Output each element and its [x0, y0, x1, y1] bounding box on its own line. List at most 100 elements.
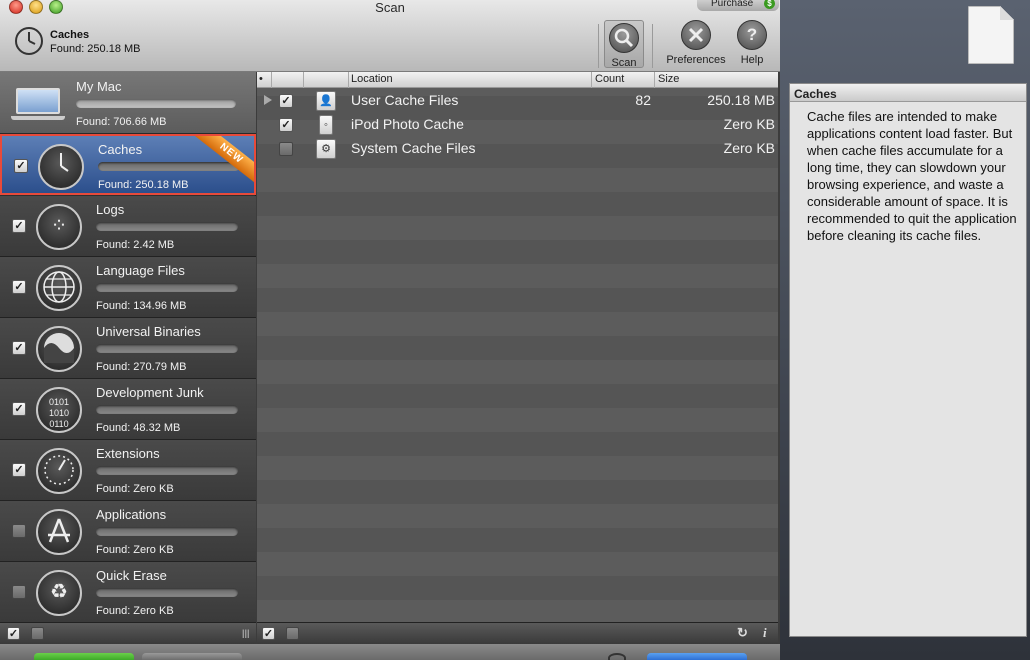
language-files-usage-bar [96, 283, 238, 292]
binary-disc-icon: 0101 1010 0110 [36, 387, 82, 433]
table-row[interactable]: ✓ 👤 User Cache Files 82 250.18 MB [257, 89, 778, 113]
clock-icon [38, 144, 84, 190]
sidebar-item-my-mac[interactable]: My Mac Found: 706.66 MB [0, 72, 256, 134]
row-checkbox[interactable] [279, 142, 293, 156]
quick-erase-usage-bar [96, 588, 238, 597]
disclosure-triangle-icon[interactable] [264, 95, 272, 105]
gauge-icon [36, 448, 82, 494]
sidebar-item-extensions[interactable]: ✓ Extensions Found: Zero KB [0, 440, 256, 501]
extensions-found: Found: Zero KB [96, 483, 174, 495]
row-name: User Cache Files [351, 92, 459, 108]
preferences-button[interactable]: Preferences [660, 20, 732, 68]
scan-window: Scan Purchase $ Caches Found: 250.18 MB … [0, 0, 780, 660]
my-mac-usage-bar [76, 99, 236, 108]
sidebar-footer: ✓ ||| [0, 622, 256, 644]
file-table: • Location Count Size ✓ 👤 User Cache Fil… [257, 72, 778, 622]
select-all-checkbox[interactable]: ✓ [7, 627, 20, 640]
row-size: Zero KB [723, 116, 775, 132]
row-checkbox[interactable]: ✓ [279, 94, 293, 108]
info-drawer: Caches Cache files are intended to make … [778, 72, 1030, 660]
column-count[interactable]: Count [595, 73, 624, 85]
logs-found: Found: 2.42 MB [96, 239, 175, 251]
dollar-icon: $ [764, 0, 775, 9]
tools-icon [681, 20, 711, 50]
system-settings-icon: ⚙ [316, 139, 336, 159]
column-separator [303, 72, 304, 88]
desktop-file-icon[interactable] [968, 6, 1014, 64]
table-deselect-all-checkbox[interactable] [286, 627, 299, 640]
titlebar: Scan Purchase $ Caches Found: 250.18 MB … [0, 0, 780, 72]
row-name: System Cache Files [351, 140, 476, 156]
applications-found: Found: Zero KB [96, 544, 174, 556]
paw-icon: ⁘ [36, 204, 82, 250]
app-store-icon [36, 509, 82, 555]
language-files-found: Found: 134.96 MB [96, 300, 187, 312]
resize-handle-icon[interactable]: ||| [242, 628, 250, 638]
my-mac-label: My Mac [76, 79, 122, 94]
primary-button[interactable] [647, 653, 747, 660]
logs-label: Logs [96, 202, 125, 217]
applications-label: Applications [96, 507, 167, 522]
help-label: Help [740, 54, 764, 66]
universal-binaries-label: Universal Binaries [96, 324, 201, 339]
window-title: Scan [375, 0, 405, 15]
universal-binaries-checkbox[interactable]: ✓ [12, 341, 26, 355]
extensions-label: Extensions [96, 446, 160, 461]
universal-binaries-usage-bar [96, 344, 238, 353]
refresh-icon[interactable]: ↻ [737, 625, 748, 641]
globe-icon [36, 265, 82, 311]
caches-label: Caches [98, 142, 143, 157]
deselect-all-checkbox[interactable] [31, 627, 44, 640]
laptop-icon [16, 88, 60, 114]
laptop-base [11, 116, 65, 120]
extensions-checkbox[interactable]: ✓ [12, 463, 26, 477]
logs-checkbox[interactable]: ✓ [12, 219, 26, 233]
table-select-all-checkbox[interactable]: ✓ [262, 627, 275, 640]
recycle-icon: ♻ [36, 570, 82, 616]
toolbar-separator [598, 24, 599, 68]
caches-usage-bar [98, 162, 240, 171]
caches-checkbox[interactable]: ✓ [14, 159, 28, 173]
column-bullet[interactable]: • [259, 73, 263, 85]
row-checkbox[interactable]: ✓ [279, 118, 293, 132]
sidebar-item-caches[interactable]: ✓ Caches Found: 250.18 MB NEW [0, 134, 256, 195]
user-cache-icon: 👤 [316, 91, 336, 111]
status-title: Caches [50, 29, 90, 41]
ipod-icon: ◦ [319, 115, 333, 135]
info-panel: Caches Cache files are intended to make … [789, 83, 1027, 637]
my-mac-found: Found: 706.66 MB [76, 116, 167, 128]
info-icon[interactable]: i [763, 625, 767, 641]
sidebar-item-universal-binaries[interactable]: ✓ Universal Binaries Found: 270.79 MB [0, 318, 256, 379]
table-row[interactable]: ⚙ System Cache Files Zero KB [257, 137, 778, 161]
column-separator [348, 72, 349, 88]
row-name: iPod Photo Cache [351, 116, 464, 132]
column-separator [271, 72, 272, 88]
purchase-button[interactable]: Purchase $ [697, 0, 779, 11]
caches-found: Found: 250.18 MB [98, 179, 189, 191]
quick-erase-checkbox[interactable] [12, 585, 26, 599]
sidebar-item-quick-erase[interactable]: ♻ Quick Erase Found: Zero KB [0, 562, 256, 623]
table-footer: ✓ ↻ i [257, 622, 778, 644]
column-size[interactable]: Size [658, 73, 679, 85]
search-icon[interactable] [608, 653, 626, 660]
development-junk-found: Found: 48.32 MB [96, 422, 181, 434]
sidebar-item-applications[interactable]: Applications Found: Zero KB [0, 501, 256, 562]
toolbar-separator [652, 24, 653, 68]
language-files-label: Language Files [96, 263, 185, 278]
sidebar-item-language-files[interactable]: ✓ Language Files Found: 134.96 MB [0, 257, 256, 318]
clean-button[interactable] [34, 653, 134, 660]
secondary-button[interactable] [142, 653, 242, 660]
applications-checkbox[interactable] [12, 524, 26, 538]
bottom-bar [0, 644, 780, 660]
table-row[interactable]: ✓ ◦ iPod Photo Cache Zero KB [257, 113, 778, 137]
row-count: 82 [635, 92, 651, 108]
help-button[interactable]: ? Help [734, 20, 770, 68]
language-files-checkbox[interactable]: ✓ [12, 280, 26, 294]
scan-button[interactable]: Scan [604, 20, 644, 69]
sidebar-item-logs[interactable]: ✓ ⁘ Logs Found: 2.42 MB [0, 196, 256, 257]
applications-usage-bar [96, 527, 238, 536]
quick-erase-found: Found: Zero KB [96, 605, 174, 617]
column-location[interactable]: Location [351, 73, 393, 85]
development-junk-checkbox[interactable]: ✓ [12, 402, 26, 416]
sidebar-item-development-junk[interactable]: ✓ 0101 1010 0110 Development Junk Found: 4… [0, 379, 256, 440]
